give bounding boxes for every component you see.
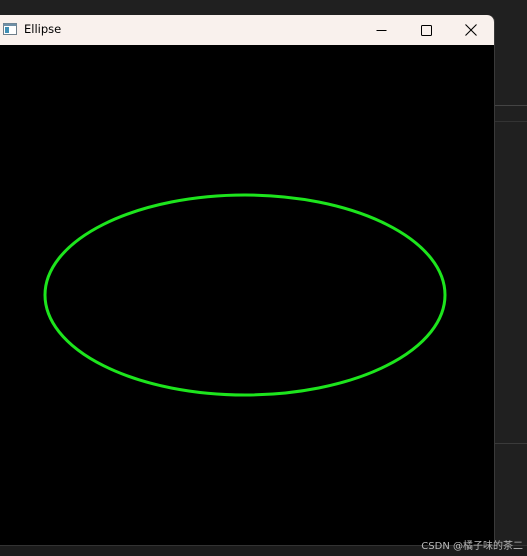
ellipse-shape xyxy=(43,193,447,397)
close-button[interactable] xyxy=(448,15,494,45)
canvas-svg xyxy=(43,193,447,397)
desktop: Ellipse CSDN @橘子味的茶二 xyxy=(0,0,527,556)
background-divider xyxy=(495,443,527,444)
minimize-icon xyxy=(376,29,386,31)
watermark-text: CSDN @橘子味的茶二 xyxy=(421,541,523,552)
app-window-icon xyxy=(3,23,17,35)
minimize-button[interactable] xyxy=(358,15,404,45)
title-bar[interactable]: Ellipse xyxy=(0,15,494,45)
background-window xyxy=(495,0,527,556)
close-icon xyxy=(465,24,477,36)
drawing-canvas xyxy=(0,45,494,545)
maximize-icon xyxy=(420,24,432,36)
background-divider xyxy=(495,121,527,122)
maximize-button[interactable] xyxy=(403,15,449,45)
ellipse-window: Ellipse xyxy=(0,15,494,545)
window-title: Ellipse xyxy=(24,22,62,36)
background-divider xyxy=(495,105,527,106)
